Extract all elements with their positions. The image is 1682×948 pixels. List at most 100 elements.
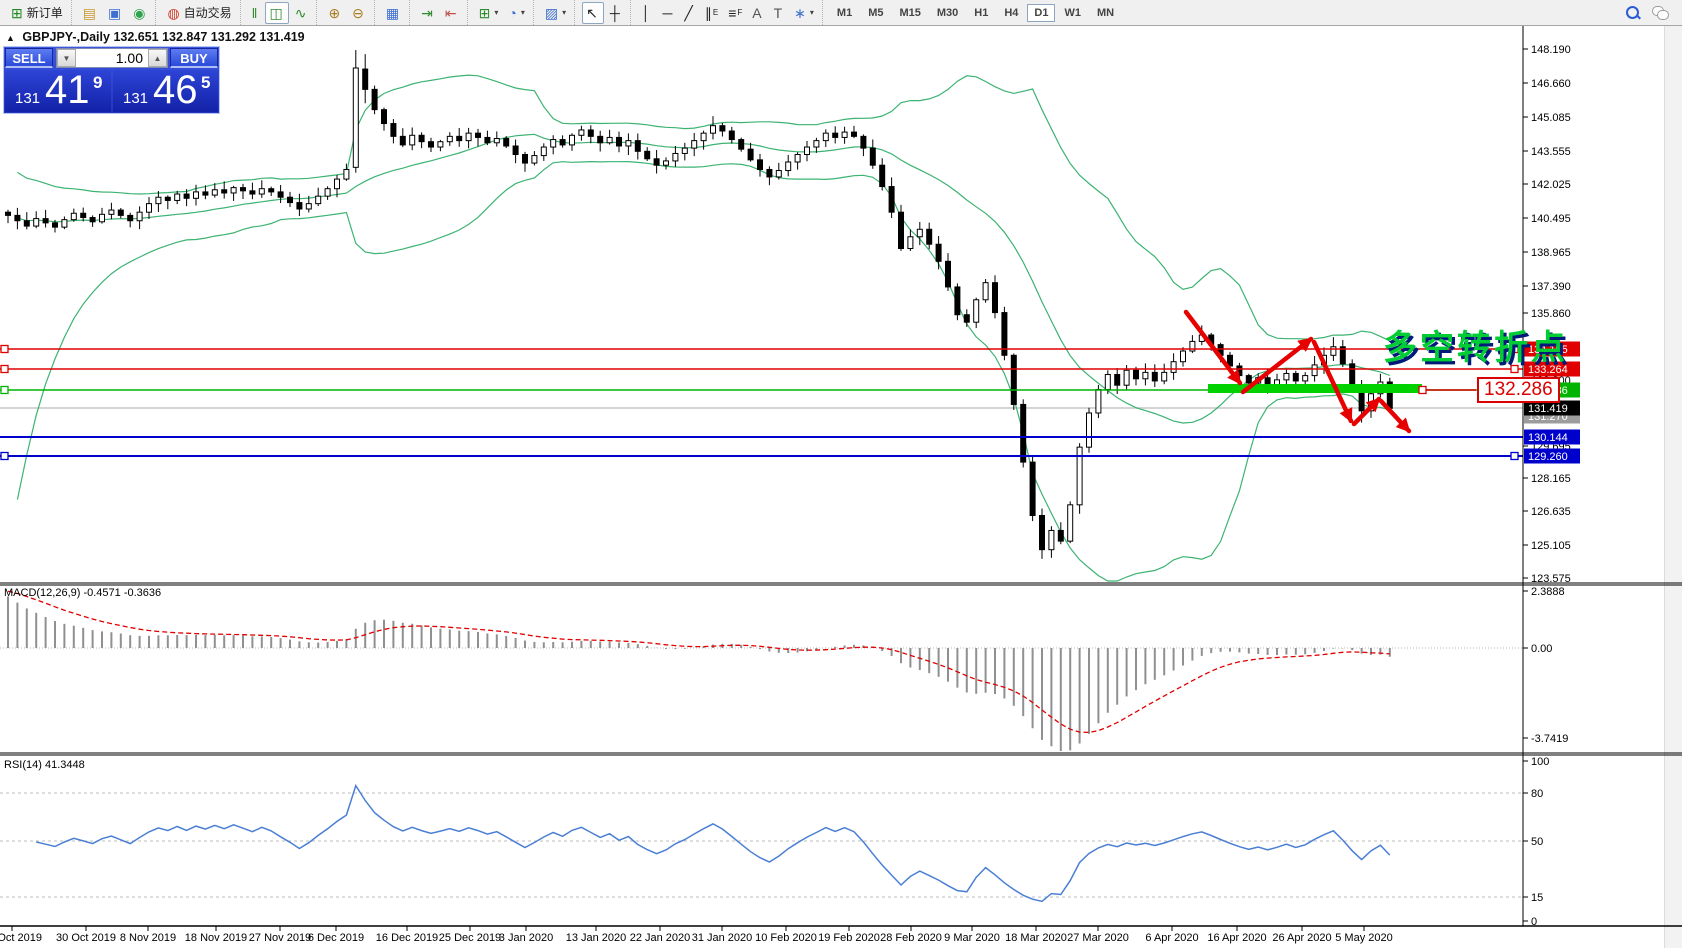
svg-text:80: 80 (1531, 788, 1543, 800)
templates-button[interactable]: ▨ ▾ (541, 2, 570, 24)
chart-period-icon: ◔ (508, 4, 517, 21)
timeframe-m15-button[interactable]: M15 (892, 4, 927, 22)
svg-text:16 Dec 2019: 16 Dec 2019 (376, 932, 438, 944)
svg-text:148.190: 148.190 (1531, 44, 1571, 56)
new-chart-dropdown-icon[interactable]: ▾ (494, 8, 498, 17)
buy-button[interactable]: BUY (170, 48, 218, 68)
line-chart-mode-icon: ∿ (294, 4, 307, 21)
ask-price-display[interactable]: 131 46 5 (113, 70, 218, 112)
text-button[interactable]: A (748, 2, 767, 24)
bid-price-display[interactable]: 131 41 9 (5, 70, 111, 112)
price-level-callout[interactable]: 132.286 (1477, 377, 1560, 403)
auto-trading-button[interactable]: ◍ 自动交易 (163, 2, 235, 24)
toolbar-group: ‖ ◫ ∿ (239, 0, 317, 25)
svg-text:0: 0 (1531, 916, 1537, 928)
timeframe-m30-button[interactable]: M30 (930, 4, 965, 22)
horizontal-line-button[interactable]: ─ (659, 2, 679, 24)
svg-text:128.165: 128.165 (1531, 473, 1571, 485)
new-order-icon: ⊞ (11, 4, 23, 21)
zoom-in-button[interactable]: ⊕ (324, 2, 346, 24)
arrows-button[interactable]: ∗ ▾ (790, 2, 818, 24)
toolbar-group: ⊕ ⊖ (316, 0, 373, 25)
chart-profiles-button[interactable]: ▤ (79, 2, 102, 24)
chart-area[interactable]: 148.190 146.660 145.085 143.555 142.025 140.4… (0, 0, 1682, 948)
svg-text:138.965: 138.965 (1531, 247, 1571, 259)
main-toolbar: ⊞ 新订单 ▤ ▣ ◉ ◍ 自动交易 ‖ ◫ ∿ ⊕ ⊖ ▦ ⇥ ⇤ ⊞ ▾ ◔ ▾ ▨ ▾ ↖ ┼ │ ─ ╱ ∥ E ≡ F A T ∗ ▾ M… (0, 0, 1682, 26)
toolbar-group: ▤ ▣ ◉ (70, 0, 156, 25)
search-icon[interactable] (1626, 5, 1641, 20)
svg-text:143.555: 143.555 (1531, 146, 1571, 158)
templates-icon: ▨ (544, 4, 559, 21)
tile-windows-icon: ▦ (385, 4, 400, 21)
bar-chart-mode-button[interactable]: ‖ (248, 2, 264, 24)
vertical-line-button[interactable]: │ (638, 2, 657, 24)
svg-text:27 Nov 2019: 27 Nov 2019 (249, 932, 311, 944)
chart-canvas[interactable]: 148.190 146.660 145.085 143.555 142.025 140.4… (0, 0, 1682, 948)
signals-button[interactable]: ◉ (129, 2, 151, 24)
svg-text:30 Oct 2019: 30 Oct 2019 (56, 932, 116, 944)
svg-text:50: 50 (1531, 836, 1543, 848)
data-window-button[interactable]: ▣ (104, 2, 127, 24)
trend-line-button[interactable]: ╱ (680, 2, 698, 24)
volume-value[interactable]: 1.00 (76, 49, 148, 67)
macd-indicator-label: MACD(12,26,9) -0.4571 -0.3636 (4, 587, 162, 599)
line-chart-mode-button[interactable]: ∿ (291, 2, 313, 24)
auto-scroll-button[interactable]: ⇥ (417, 2, 439, 24)
text-label-button[interactable]: T (770, 2, 789, 24)
chart-period-button[interactable]: ◔ ▾ (504, 2, 528, 24)
timeframe-h1-button[interactable]: H1 (967, 4, 995, 22)
candlestick-mode-button[interactable]: ◫ (265, 1, 289, 24)
mt4-window: ⊞ 新订单 ▤ ▣ ◉ ◍ 自动交易 ‖ ◫ ∿ ⊕ ⊖ ▦ ⇥ ⇤ ⊞ ▾ ◔ ▾ ▨ ▾ ↖ ┼ │ ─ ╱ ∥ E ≡ F A T ∗ ▾ M… (0, 0, 1682, 948)
svg-text:123.575: 123.575 (1531, 573, 1571, 585)
timeframe-d1-button[interactable]: D1 (1027, 3, 1056, 22)
fibonacci-button[interactable]: ≡ F (724, 2, 746, 24)
crosshair-button[interactable]: ┼ (606, 2, 626, 24)
svg-text:26 Apr 2020: 26 Apr 2020 (1272, 932, 1331, 944)
new-chart-button[interactable]: ⊞ ▾ (475, 2, 503, 24)
zoom-out-icon: ⊖ (352, 4, 364, 21)
timeframe-m5-button[interactable]: M5 (861, 4, 890, 22)
new-order-button[interactable]: ⊞ 新订单 (7, 2, 67, 24)
chart-period-dropdown-icon[interactable]: ▾ (521, 8, 525, 17)
svg-text:16 Apr 2020: 16 Apr 2020 (1207, 932, 1266, 944)
tile-windows-button[interactable]: ▦ (382, 2, 405, 24)
one-click-trading-panel: SELL ▼ 1.00 ▲ BUY 131 41 9 131 46 5 (3, 46, 220, 114)
toolbar-group: ⊞ ▾ ◔ ▾ (466, 0, 533, 25)
templates-dropdown-icon[interactable]: ▾ (562, 8, 566, 17)
bid-pip-digit: 9 (93, 73, 103, 92)
svg-text:145.085: 145.085 (1531, 112, 1571, 124)
toolbar-group: ▦ (373, 0, 409, 25)
svg-text:100: 100 (1531, 756, 1549, 768)
svg-text:18 Nov 2019: 18 Nov 2019 (185, 932, 247, 944)
chat-icon[interactable] (1652, 6, 1669, 20)
volume-decrease-button[interactable]: ▼ (57, 49, 76, 67)
timeframe-h4-button[interactable]: H4 (997, 4, 1025, 22)
svg-text:31 Jan 2020: 31 Jan 2020 (692, 932, 753, 944)
bar-chart-mode-icon: ‖ (251, 4, 258, 21)
svg-text:6 Apr 2020: 6 Apr 2020 (1145, 932, 1198, 944)
timeframe-m1-button[interactable]: M1 (830, 4, 859, 22)
new-order-label: 新订单 (26, 6, 63, 20)
volume-increase-button[interactable]: ▲ (148, 49, 167, 67)
signals-icon: ◉ (133, 4, 146, 21)
timeframe-mn-button[interactable]: MN (1090, 4, 1121, 22)
chart-shift-button[interactable]: ⇤ (441, 2, 463, 24)
svg-text:146.660: 146.660 (1531, 78, 1571, 90)
svg-text:140.495: 140.495 (1531, 213, 1571, 225)
cursor-button[interactable]: ↖ (582, 1, 604, 24)
timeframe-w1-button[interactable]: W1 (1057, 4, 1088, 22)
collapse-triangle-icon[interactable]: ▲ (6, 33, 15, 43)
horizontal-line-icon: ─ (662, 4, 673, 21)
svg-text:3 Jan 2020: 3 Jan 2020 (499, 932, 553, 944)
zoom-out-button[interactable]: ⊖ (348, 2, 370, 24)
svg-text:15: 15 (1531, 892, 1543, 904)
toolbar-group: ◍ 自动交易 (155, 0, 239, 25)
sell-button[interactable]: SELL (5, 48, 53, 68)
svg-text:125.105: 125.105 (1531, 540, 1571, 552)
vertical-line-icon: │ (641, 4, 651, 21)
arrows-dropdown-icon[interactable]: ▾ (810, 8, 814, 17)
equidistant-channel-button[interactable]: ∥ E (701, 2, 722, 24)
svg-text:5 May 2020: 5 May 2020 (1335, 932, 1392, 944)
toolbar-right-icons (1620, 5, 1682, 20)
zoom-in-icon: ⊕ (328, 4, 341, 21)
